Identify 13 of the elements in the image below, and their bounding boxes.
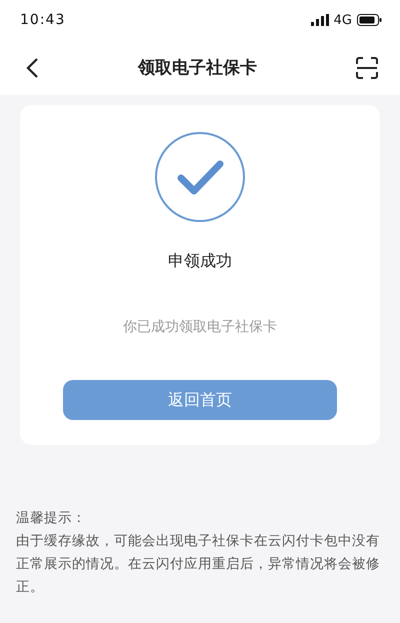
- status-time: 10:43: [20, 12, 66, 28]
- back-icon[interactable]: [25, 56, 39, 78]
- tips-title: 温馨提示：: [16, 509, 87, 528]
- home-button[interactable]: 返回首页: [63, 380, 337, 420]
- check-circle-icon: [154, 131, 246, 223]
- network-label: 4G: [334, 12, 352, 28]
- scan-icon[interactable]: [356, 56, 378, 78]
- battery-icon: [357, 14, 382, 26]
- success-message: 你已成功领取电子社保卡: [123, 318, 277, 336]
- signal-icon: [310, 14, 329, 26]
- success-heading: 申领成功: [168, 251, 232, 272]
- page-title: 领取电子社保卡: [138, 57, 257, 79]
- tips-text: 由于缓存缘故，可能会出现电子社保卡在云闪付卡包中没有正常展示的情况。在云闪付应用重启后，异常情况将会被修正。: [16, 532, 381, 597]
